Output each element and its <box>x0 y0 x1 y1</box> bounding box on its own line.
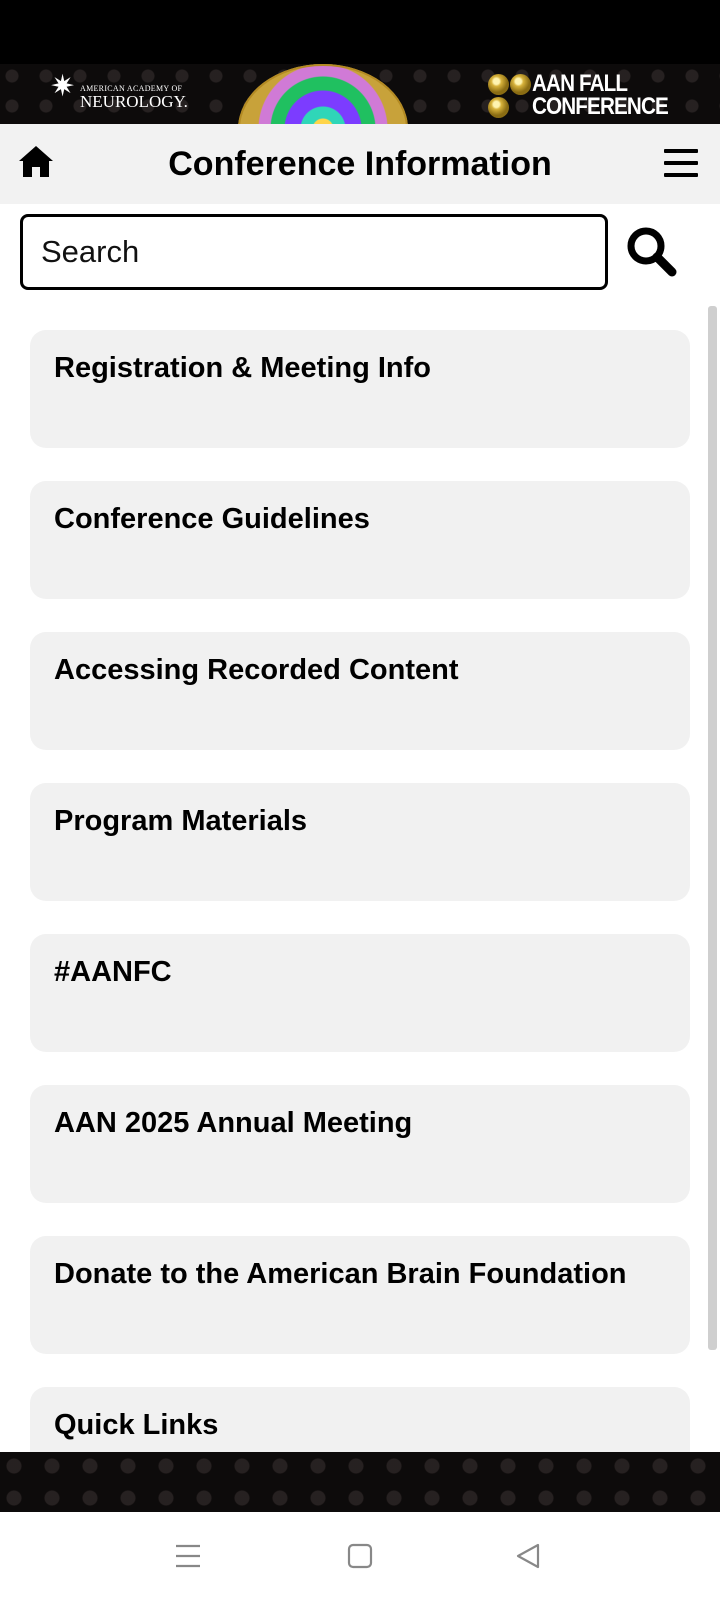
list-item-registration[interactable]: Registration & Meeting Info <box>30 330 690 448</box>
back-button[interactable] <box>508 1536 548 1576</box>
search-button[interactable] <box>624 224 682 282</box>
conference-title-line2: CONFERENCE <box>532 93 669 120</box>
search-input[interactable] <box>20 214 608 290</box>
list-item-annual-meeting[interactable]: AAN 2025 Annual Meeting <box>30 1085 690 1203</box>
aan-logo: ✷ AMERICAN ACADEMY OF NEUROLOGY. <box>50 70 200 116</box>
home-icon <box>19 146 53 177</box>
banner-artwork <box>238 64 408 124</box>
list-item-label: Quick Links <box>54 1409 219 1441</box>
recents-button[interactable] <box>168 1536 208 1576</box>
list-item-donate[interactable]: Donate to the American Brain Foundation <box>30 1236 690 1354</box>
recents-icon <box>176 1544 200 1568</box>
conference-banner: ✷ AMERICAN ACADEMY OF NEUROLOGY. AAN FAL… <box>0 64 720 124</box>
list-item-label: AAN 2025 Annual Meeting <box>54 1107 413 1139</box>
system-home-icon <box>347 1543 373 1569</box>
system-nav-bar <box>0 1512 720 1600</box>
page-title: Conference Information <box>168 145 552 183</box>
list-item-guidelines[interactable]: Conference Guidelines <box>30 481 690 599</box>
list-item-program-materials[interactable]: Program Materials <box>30 783 690 901</box>
list-item-label: Registration & Meeting Info <box>54 352 431 384</box>
list-item-label: #AANFC <box>54 956 172 988</box>
menu-button[interactable] <box>664 146 700 180</box>
list-item-label: Conference Guidelines <box>54 503 370 535</box>
home-button[interactable] <box>16 142 56 182</box>
list-item-hashtag[interactable]: #AANFC <box>30 934 690 1052</box>
search-icon <box>627 227 677 277</box>
list-item-label: Program Materials <box>54 805 308 837</box>
list-item-quick-links[interactable]: Quick Links <box>30 1387 690 1452</box>
logo-line2: NEUROLOGY. <box>80 92 188 111</box>
system-home-button[interactable] <box>340 1536 380 1576</box>
gold-dots-icon <box>488 72 536 118</box>
conference-logo: AAN FALL CONFERENCE <box>488 70 698 120</box>
menu-list: Registration & Meeting Info Conference G… <box>0 300 720 1452</box>
star-icon: ✷ <box>50 70 76 103</box>
bottom-banner <box>0 1452 720 1512</box>
list-item-label: Accessing Recorded Content <box>54 654 459 686</box>
list-item-recorded-content[interactable]: Accessing Recorded Content <box>30 632 690 750</box>
back-icon <box>516 1543 540 1569</box>
list-item-label: Donate to the American Brain Foundation <box>54 1258 627 1290</box>
status-bar <box>0 0 720 64</box>
app-header: Conference Information <box>0 124 720 204</box>
scrollbar[interactable] <box>708 306 717 1350</box>
